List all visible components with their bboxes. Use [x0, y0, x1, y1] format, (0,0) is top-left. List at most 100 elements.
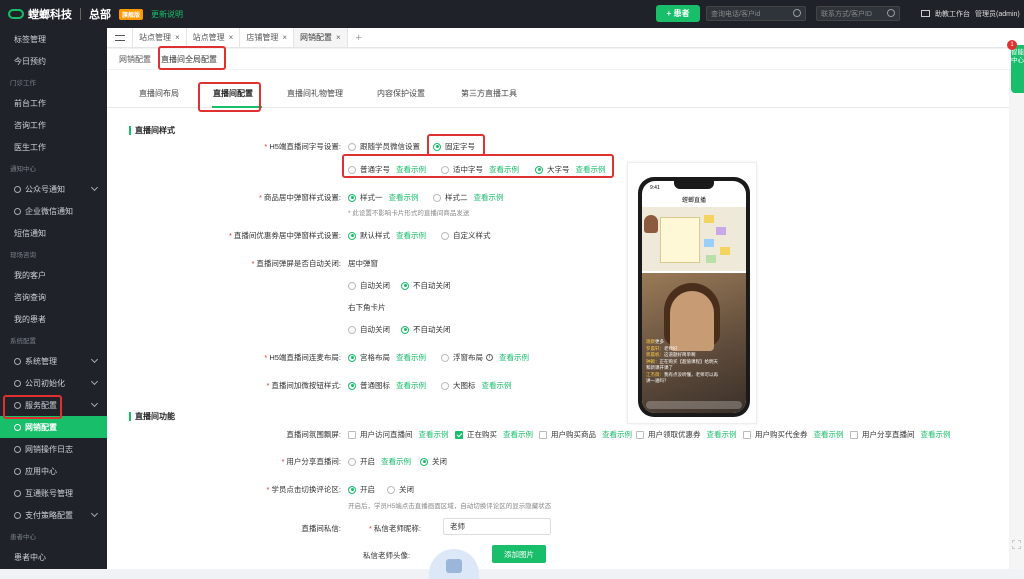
- sidebar-item[interactable]: 前台工作: [0, 92, 107, 114]
- example-link[interactable]: 查看示例: [921, 429, 951, 440]
- private-msg-label: 直播间私信:: [301, 524, 341, 533]
- product-style1-radio[interactable]: 样式一 查看示例: [348, 192, 419, 203]
- example-link[interactable]: 查看示例: [381, 456, 411, 467]
- example-link[interactable]: 查看示例: [419, 429, 449, 440]
- close-icon[interactable]: ×: [229, 33, 234, 42]
- coupon-default-radio[interactable]: 默认样式 查看示例: [348, 230, 426, 241]
- breadcrumb-item[interactable]: 网销配置: [119, 54, 151, 65]
- search-icon[interactable]: [887, 9, 895, 17]
- sidebar-item[interactable]: 应用中心: [0, 460, 107, 482]
- sidebar-item[interactable]: 医生工作: [0, 136, 107, 158]
- example-link[interactable]: 查看示例: [482, 380, 512, 391]
- sidebar-item[interactable]: 今日预约: [0, 50, 107, 72]
- tab[interactable]: 网销配置 ×: [294, 28, 348, 47]
- teacher-image: [644, 215, 658, 233]
- atmosphere-voucher-check[interactable]: 用户购买代金券 查看示例: [743, 429, 844, 440]
- sidebar-item[interactable]: 咨询工作: [0, 114, 107, 136]
- atmosphere-buying-check[interactable]: 正在购买 查看示例: [455, 429, 533, 440]
- section-title-style: 直播间样式: [129, 126, 175, 135]
- tab[interactable]: 站点管理 ×: [133, 28, 187, 47]
- sidebar-item-label: 应用中心: [25, 466, 57, 476]
- sidebar-item[interactable]: 咨询查询: [0, 286, 107, 308]
- sidebar-item[interactable]: 患者中心: [0, 546, 107, 568]
- scrollbar[interactable]: [1009, 70, 1024, 569]
- close-icon[interactable]: ×: [282, 33, 287, 42]
- product-style2-radio[interactable]: 样式二 查看示例: [433, 192, 504, 203]
- contact-search-input[interactable]: 联系方式/客户ID: [816, 6, 900, 21]
- notification-badge: 1: [1007, 40, 1017, 50]
- sidebar-item[interactable]: 互通账号管理: [0, 482, 107, 504]
- sidebar-item-label: 我的客户: [14, 270, 46, 280]
- mail-icon[interactable]: [921, 10, 930, 17]
- subtab-layout[interactable]: 直播间布局: [139, 88, 179, 99]
- grid-icon[interactable]: [1012, 540, 1021, 549]
- sidebar-item[interactable]: 支付策略配置: [0, 504, 107, 526]
- workbench-link[interactable]: 助教工作台: [935, 9, 970, 19]
- subtab-gifts[interactable]: 直播间礼物管理: [287, 88, 343, 99]
- info-icon[interactable]: i: [486, 354, 493, 361]
- close-icon[interactable]: ×: [175, 33, 180, 42]
- menu-icon: [14, 467, 21, 475]
- example-link[interactable]: 查看示例: [503, 429, 533, 440]
- tab[interactable]: 站点管理 ×: [187, 28, 241, 47]
- avatar-placeholder[interactable]: [429, 549, 479, 579]
- coupon-custom-radio[interactable]: 自定义样式: [441, 230, 491, 241]
- corner-auto-close-radio[interactable]: 自动关闭: [348, 324, 390, 335]
- sidebar-item[interactable]: 网销操作日志: [0, 438, 107, 460]
- sidebar-item[interactable]: 短信通知: [0, 222, 107, 244]
- large-icon-radio[interactable]: 大图标 查看示例: [441, 380, 512, 391]
- chevron-down-icon: [90, 183, 99, 192]
- menu-icon: [14, 511, 21, 519]
- example-link[interactable]: 查看示例: [474, 192, 504, 203]
- normal-icon-radio[interactable]: 普通图标 查看示例: [348, 380, 426, 391]
- example-link[interactable]: 查看示例: [396, 352, 426, 363]
- brand-logo[interactable]: 螳螂科技 总部 旗舰版: [8, 6, 144, 22]
- center-auto-close-radio[interactable]: 自动关闭: [348, 280, 390, 291]
- phone-search-input[interactable]: 查询电话/客户id: [706, 6, 806, 21]
- menu-toggle-icon[interactable]: [107, 28, 133, 47]
- atmosphere-coupon-check[interactable]: 用户领取优惠券 查看示例: [636, 429, 737, 440]
- atmosphere-product-check[interactable]: 用户购买商品 查看示例: [539, 429, 632, 440]
- comment-on-radio[interactable]: 开启: [348, 484, 375, 495]
- subtab-protection[interactable]: 内容保护设置: [377, 88, 425, 99]
- smart-center-widget[interactable]: 智能中心: [1011, 45, 1024, 93]
- sidebar-item[interactable]: 我的患者: [0, 308, 107, 330]
- sidebar-item[interactable]: 系统管理: [0, 350, 107, 372]
- example-link[interactable]: 查看示例: [389, 192, 419, 203]
- center-no-close-radio[interactable]: 不自动关闭: [401, 280, 451, 291]
- example-link[interactable]: 查看示例: [814, 429, 844, 440]
- example-link[interactable]: 查看示例: [602, 429, 632, 440]
- grid-layout-radio[interactable]: 宫格布局 查看示例: [348, 352, 426, 363]
- sidebar-item[interactable]: 公众号通知: [0, 178, 107, 200]
- example-link[interactable]: 查看示例: [396, 230, 426, 241]
- sidebar-item[interactable]: 企业微信通知: [0, 200, 107, 222]
- corner-no-close-radio[interactable]: 不自动关闭: [401, 324, 451, 335]
- atmosphere-visit-check[interactable]: 用户访问直播间 查看示例: [348, 429, 449, 440]
- sidebar-item[interactable]: 网销配置: [0, 416, 107, 438]
- close-icon[interactable]: ×: [336, 33, 341, 42]
- example-link[interactable]: 查看示例: [499, 352, 529, 363]
- user-menu[interactable]: 管理员(admin): [975, 9, 1020, 19]
- org-badge: 旗舰版: [119, 8, 144, 20]
- sidebar-item[interactable]: 我的客户: [0, 264, 107, 286]
- add-patient-button[interactable]: + 患者: [656, 5, 700, 22]
- comment-off-radio[interactable]: 关闭: [387, 484, 414, 495]
- example-link[interactable]: 查看示例: [707, 429, 737, 440]
- font-follow-radio[interactable]: 跟随学员微信设置: [348, 141, 420, 152]
- atmosphere-share-check[interactable]: 用户分享直播间 查看示例: [850, 429, 951, 440]
- search-icon[interactable]: [793, 9, 801, 17]
- sidebar-item-label: 互通账号管理: [25, 488, 73, 498]
- tab[interactable]: 店铺管理 ×: [240, 28, 295, 47]
- float-layout-radio[interactable]: 浮窗布局 i 查看示例: [441, 352, 529, 363]
- add-image-button[interactable]: 添加图片: [492, 545, 546, 563]
- sidebar-item[interactable]: 公司初始化: [0, 372, 107, 394]
- sidebar-item[interactable]: 标签管理: [0, 28, 107, 50]
- example-link[interactable]: 查看示例: [396, 380, 426, 391]
- add-tab-icon[interactable]: +: [348, 28, 370, 47]
- update-notes-link[interactable]: 更新说明: [151, 9, 183, 20]
- share-on-radio[interactable]: 开启 查看示例: [348, 456, 411, 467]
- share-off-radio[interactable]: 关闭: [420, 456, 447, 467]
- subtab-third-party[interactable]: 第三方直播工具: [461, 88, 517, 99]
- sidebar-item-label: 咨询工作: [14, 120, 46, 130]
- nickname-input[interactable]: 老师: [443, 518, 551, 535]
